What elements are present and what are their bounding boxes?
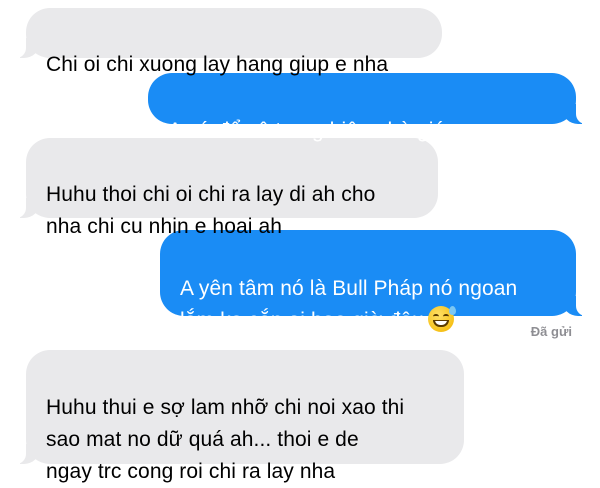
delivery-status: Đã gửi: [530, 324, 572, 339]
message-text: A yên tâm nó là Bull Pháp nó ngoan lắm k…: [180, 277, 517, 332]
message-thread: Chi oi chi xuong lay hang giup e nha A c…: [0, 0, 600, 483]
message-text: Chi oi chi xuong lay hang giup e nha: [46, 53, 389, 76]
message-text: Huhu thui e sợ lam nhỡ chi noi xao thi s…: [46, 396, 405, 483]
message-text: A cứ để vô trong hiên nhà giúp e nga: [168, 119, 517, 142]
incoming-message-bubble[interactable]: Huhu thui e sợ lam nhỡ chi noi xao thi s…: [14, 350, 464, 483]
grinning-face-with-sweat-icon: [427, 306, 456, 332]
message-text-part: A yên tâm nó là Bull Pháp nó ngoan lắm k…: [180, 277, 518, 332]
outgoing-message-bubble[interactable]: A yên tâm nó là Bull Pháp nó ngoan lắm k…: [160, 230, 588, 332]
incoming-message-bubble[interactable]: Chi oi chi xuong lay hang giup e nha: [14, 8, 442, 76]
outgoing-message-bubble[interactable]: A cứ để vô trong hiên nhà giúp e nga: [148, 73, 588, 142]
incoming-message-bubble[interactable]: Huhu thoi chi oi chi ra lay di ah cho nh…: [14, 138, 438, 238]
